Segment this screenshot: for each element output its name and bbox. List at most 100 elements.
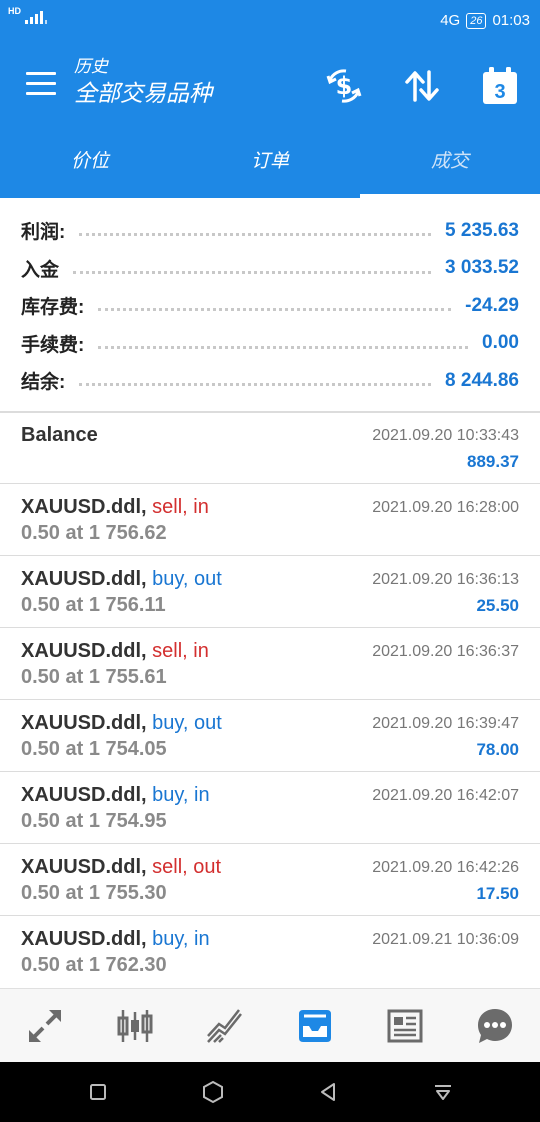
deal-symbol-text: XAUUSD.ddl, (21, 856, 147, 878)
balance-amount: 889.37 (467, 452, 519, 471)
clock: 01:03 (492, 12, 530, 29)
bottom-navigation (0, 988, 540, 1062)
summary-value: -24.29 (465, 294, 519, 316)
menu-icon[interactable] (26, 72, 56, 96)
chat-icon (478, 1008, 512, 1043)
deal-time: 2021.09.20 16:36:37 (372, 643, 519, 660)
deal-action: buy, in (152, 784, 210, 806)
nav-news[interactable] (360, 989, 450, 1062)
deal-symbol-text: XAUUSD.ddl, (21, 568, 147, 590)
deal-symbol: XAUUSD.ddl, buy, in (21, 928, 210, 951)
nav-chat[interactable] (450, 989, 540, 1062)
svg-text:$: $ (336, 72, 353, 100)
deal-time: 2021.09.20 10:33:43 (372, 427, 519, 444)
chart-candles-icon (117, 1009, 153, 1042)
tab-prices[interactable]: 价位 (0, 126, 180, 198)
tab-orders-label: 订单 (250, 151, 289, 172)
network-type: 4G (440, 12, 461, 29)
deal-row[interactable]: XAUUSD.ddl, sell, in 0.50 at 1 755.61 20… (0, 628, 540, 700)
tab-deals[interactable]: 成交 (360, 126, 540, 198)
nav-chart[interactable] (90, 989, 180, 1062)
deal-volume-price: 0.50 at 1 754.95 (21, 810, 167, 832)
deal-time: 2021.09.20 16:28:00 (372, 499, 519, 516)
deal-symbol-text: XAUUSD.ddl, (21, 784, 147, 806)
summary-value: 5 235.63 (445, 219, 519, 241)
deal-time: 2021.09.21 10:36:09 (372, 931, 519, 948)
deal-row[interactable]: XAUUSD.ddl, buy, out 0.50 at 1 756.11 20… (0, 556, 540, 628)
deal-action: sell, in (152, 496, 209, 518)
deal-symbol: XAUUSD.ddl, sell, out (21, 856, 221, 879)
deal-time: 2021.09.20 16:42:07 (372, 787, 519, 804)
tab-orders[interactable]: 订单 (180, 126, 360, 198)
deal-row[interactable]: XAUUSD.ddl, buy, out 0.50 at 1 754.05 20… (0, 700, 540, 772)
nav-trade[interactable] (180, 989, 270, 1062)
tab-bar: 价位 订单 成交 (0, 126, 540, 198)
summary-label: 结余: (21, 372, 66, 394)
deal-action: buy, in (152, 928, 210, 950)
deal-profit: 25.50 (476, 596, 519, 615)
deal-time: 2021.09.20 16:39:47 (372, 715, 519, 732)
calendar-day: 3 (494, 81, 505, 103)
dotted-leader (79, 383, 432, 387)
header-subtitle: 历史 (74, 57, 108, 76)
balance-row[interactable]: Balance 2021.09.20 10:33:43 889.37 (0, 412, 540, 484)
recent-apps-icon[interactable] (86, 1080, 110, 1104)
dollar-sync-icon[interactable]: $ (324, 66, 364, 106)
deal-symbol-text: XAUUSD.ddl, (21, 928, 147, 950)
deal-symbol: XAUUSD.ddl, buy, out (21, 568, 222, 591)
summary-row-commission: 手续费: 0.00 (0, 325, 540, 363)
active-tab-indicator (360, 194, 540, 198)
summary-label: 手续费: (21, 334, 85, 356)
deal-symbol: XAUUSD.ddl, buy, in (21, 784, 210, 807)
news-icon (387, 1009, 423, 1042)
deal-row[interactable]: XAUUSD.ddl, buy, in 0.50 at 1 762.30 202… (0, 916, 540, 988)
hd-badge: HD (8, 6, 21, 16)
header-title-block[interactable]: 历史 全部交易品种 (74, 56, 212, 108)
deal-action: sell, out (152, 856, 222, 878)
summary-label: 库存费: (21, 297, 85, 319)
app-header: 历史 全部交易品种 $ 3 (0, 44, 540, 126)
summary-row-profit: 利润: 5 235.63 (0, 212, 540, 250)
signal-bars-icon (25, 10, 47, 24)
deal-time: 2021.09.20 16:42:26 (372, 859, 519, 876)
trade-icon (207, 1008, 242, 1043)
deal-symbol: XAUUSD.ddl, buy, out (21, 712, 222, 735)
summary-row-swap: 库存费: -24.29 (0, 287, 540, 325)
battery-indicator: 26 (466, 12, 487, 29)
summary-value: 8 244.86 (445, 369, 519, 391)
status-bar: HD 4G 26 01:03 (0, 0, 540, 44)
deal-volume-price: 0.50 at 1 756.62 (21, 522, 167, 544)
calendar-icon[interactable]: 3 (480, 66, 520, 106)
history-inbox-icon (299, 1009, 331, 1042)
dotted-leader (98, 308, 452, 312)
tab-deals-label: 成交 (430, 151, 469, 172)
deal-volume-price: 0.50 at 1 756.11 (21, 594, 166, 616)
deal-symbol-text: XAUUSD.ddl, (21, 712, 147, 734)
deal-row[interactable]: XAUUSD.ddl, sell, out 0.50 at 1 755.30 2… (0, 844, 540, 916)
deals-list: Balance 2021.09.20 10:33:43 889.37 XAUUS… (0, 412, 540, 988)
nav-history[interactable] (270, 989, 360, 1062)
deal-row[interactable]: XAUUSD.ddl, buy, in 0.50 at 1 754.95 202… (0, 772, 540, 844)
deal-profit: 17.50 (476, 884, 519, 903)
home-icon[interactable] (201, 1080, 225, 1104)
deal-symbol-text: XAUUSD.ddl, (21, 640, 147, 662)
deal-action: sell, in (152, 640, 209, 662)
summary-label: 利润: (21, 222, 66, 244)
dotted-leader (79, 233, 432, 237)
deal-row[interactable]: XAUUSD.ddl, sell, in 0.50 at 1 756.62 20… (0, 484, 540, 556)
deal-volume-price: 0.50 at 1 755.30 (21, 882, 167, 904)
system-navigation-bar (0, 1062, 540, 1122)
deal-volume-price: 0.50 at 1 755.61 (21, 666, 167, 688)
sort-icon[interactable] (402, 66, 442, 106)
deal-action: buy, out (152, 712, 222, 734)
quotes-icon (29, 1009, 61, 1042)
deal-action: buy, out (152, 568, 222, 590)
notification-shade-icon[interactable] (431, 1080, 455, 1104)
back-icon[interactable] (316, 1080, 340, 1104)
summary-row-balance: 结余: 8 244.86 (0, 362, 540, 400)
nav-quotes[interactable] (0, 989, 90, 1062)
dotted-leader (98, 345, 469, 349)
tab-prices-label: 价位 (70, 151, 109, 172)
deal-volume-price: 0.50 at 1 754.05 (21, 738, 167, 760)
signal-indicator: HD (8, 6, 47, 24)
